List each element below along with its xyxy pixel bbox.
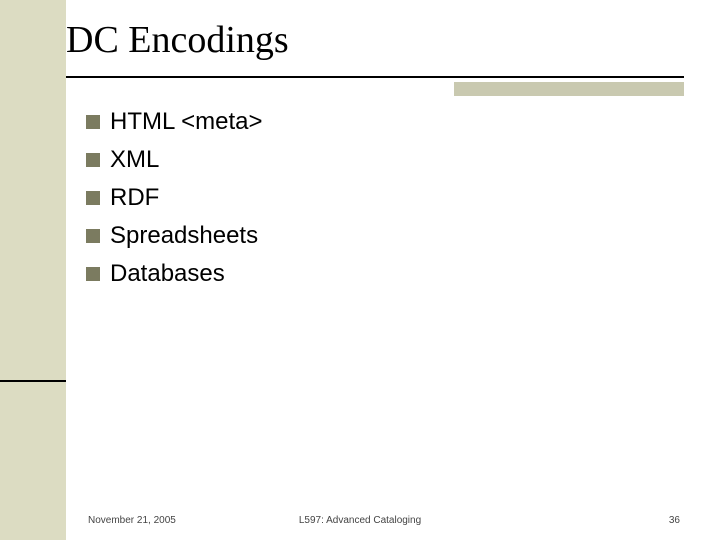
bullet-list: HTML <meta> XML RDF Spreadsheets Databas…: [86, 108, 263, 298]
left-band-divider: [0, 380, 66, 382]
square-bullet-icon: [86, 267, 100, 281]
footer-course: L597: Advanced Cataloging: [299, 515, 421, 526]
list-item: RDF: [86, 184, 263, 212]
title-underline: [66, 76, 684, 78]
square-bullet-icon: [86, 229, 100, 243]
list-item: Databases: [86, 260, 263, 288]
list-item: HTML <meta>: [86, 108, 263, 136]
list-item-text: Spreadsheets: [110, 222, 258, 250]
square-bullet-icon: [86, 191, 100, 205]
list-item-text: XML: [110, 146, 159, 174]
list-item-text: Databases: [110, 260, 225, 288]
square-bullet-icon: [86, 153, 100, 167]
square-bullet-icon: [86, 115, 100, 129]
title-shadow-bar: [454, 82, 684, 96]
slide-title: DC Encodings: [66, 18, 289, 62]
footer-page-number: 36: [669, 515, 680, 526]
list-item: XML: [86, 146, 263, 174]
list-item-text: RDF: [110, 184, 159, 212]
footer-date: November 21, 2005: [88, 515, 176, 526]
list-item-text: HTML <meta>: [110, 108, 263, 136]
left-decorative-band: [0, 0, 66, 540]
list-item: Spreadsheets: [86, 222, 263, 250]
